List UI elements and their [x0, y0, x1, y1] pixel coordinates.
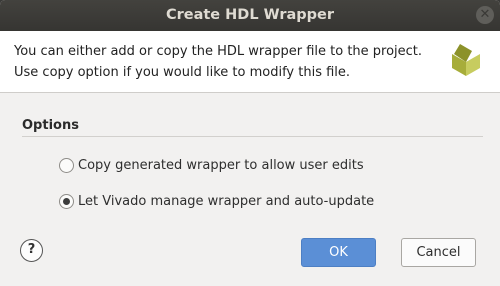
vivado-logo-icon — [452, 44, 480, 76]
options-section-title: Options — [22, 118, 79, 133]
radio-label-copy-wrapper: Copy generated wrapper to allow user edi… — [78, 157, 364, 173]
create-hdl-wrapper-dialog: Create HDL Wrapper ✕ You can either add … — [0, 0, 500, 286]
radio-label-vivado-manage: Let Vivado manage wrapper and auto-updat… — [78, 193, 375, 209]
radio-button-unchecked[interactable] — [59, 157, 74, 173]
cancel-button[interactable]: Cancel — [401, 238, 476, 267]
ok-button[interactable]: OK — [301, 238, 376, 267]
dialog-header: You can either add or copy the HDL wrapp… — [0, 31, 500, 93]
radio-button-checked[interactable] — [59, 193, 74, 209]
options-divider — [22, 136, 483, 137]
dialog-title: Create HDL Wrapper — [165, 7, 335, 23]
radio-vivado-manage[interactable]: Let Vivado manage wrapper and auto-updat… — [59, 192, 374, 210]
radio-copy-wrapper[interactable]: Copy generated wrapper to allow user edi… — [59, 156, 364, 174]
help-button[interactable]: ? — [20, 239, 43, 262]
dialog-titlebar[interactable]: Create HDL Wrapper ✕ — [0, 0, 500, 31]
header-description: You can either add or copy the HDL wrapp… — [14, 44, 423, 80]
close-icon[interactable]: ✕ — [476, 6, 494, 24]
